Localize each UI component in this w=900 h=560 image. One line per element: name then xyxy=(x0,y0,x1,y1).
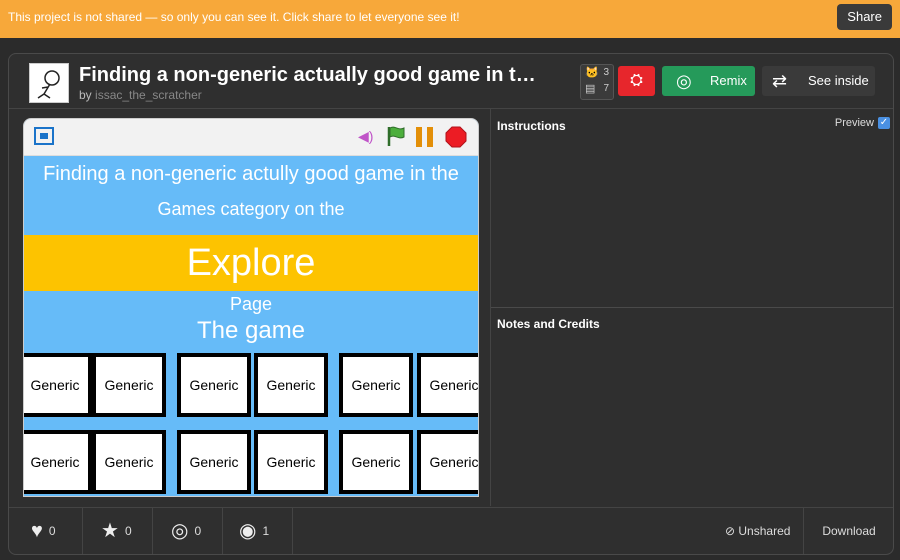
project-title: Finding a non-generic actually good game… xyxy=(79,64,536,86)
author-link[interactable]: issac_the_scratcher xyxy=(95,88,202,102)
unshared-icon: ⊘ xyxy=(725,524,739,538)
sprite-count-icon: 🐱 xyxy=(585,67,599,79)
game-tile: Generic xyxy=(92,430,166,494)
see-inside-icon: ⇄ xyxy=(772,71,788,91)
project-stage[interactable]: ◀) Finding a non-generic actully good ga… xyxy=(23,118,479,497)
stage-controls: ◀) xyxy=(24,119,478,156)
share-button[interactable]: Share xyxy=(837,4,892,30)
favorite-count: 0 xyxy=(124,524,132,538)
stage-line-2: Games category on the xyxy=(157,199,345,219)
not-shared-banner: This project is not shared — so only you… xyxy=(0,0,900,38)
remix-button[interactable]: ◎ Remix xyxy=(662,66,755,96)
game-tile: Generic xyxy=(24,430,92,494)
game-tile: Generic xyxy=(177,430,251,494)
game-tile: Generic xyxy=(339,430,413,494)
instructions-title: Instructions xyxy=(497,119,566,133)
view-count: 1 xyxy=(262,524,270,538)
game-tile: Generic xyxy=(92,353,166,417)
remix-count-icon: ◎ xyxy=(171,520,189,543)
studio-icon: ⛭ xyxy=(630,72,643,89)
fullscreen-icon[interactable] xyxy=(34,127,54,145)
eye-icon: ◉ xyxy=(239,520,257,543)
stage-game-text: The game xyxy=(196,317,306,344)
stage-column: ◀) Finding a non-generic actully good ga… xyxy=(9,109,489,506)
stop-icon[interactable] xyxy=(445,126,467,148)
game-tile: Generic xyxy=(339,353,413,417)
script-count-icon: ▤ xyxy=(585,83,596,95)
stage-line-1: Finding a non-generic actully good game … xyxy=(43,163,459,185)
preview-toggle[interactable]: Preview ✓ xyxy=(834,117,890,130)
star-icon: ★ xyxy=(101,520,119,543)
project-details: Instructions Preview ✓ Notes and Credits xyxy=(490,109,893,506)
game-tile: Generic xyxy=(417,430,478,494)
see-inside-button[interactable]: ⇄ See inside xyxy=(762,66,875,96)
project-panel: Finding a non-generic actually good game… xyxy=(8,53,894,555)
heart-icon: ♥ xyxy=(31,520,43,543)
project-footer: ♥ 0 ★ 0 ◎ 0 ◉ 1 ⊘ Unshared Download xyxy=(9,507,893,554)
remix-stat: ◎ 0 xyxy=(153,508,223,554)
notes-title: Notes and Credits xyxy=(497,317,600,331)
by-label: by xyxy=(79,88,92,102)
section-divider xyxy=(491,307,893,308)
game-tile: Generic xyxy=(254,353,328,417)
studio-add-button[interactable]: ⛭ xyxy=(618,66,655,96)
pause-icon[interactable] xyxy=(415,127,435,147)
sprite-count: 3 xyxy=(603,67,609,78)
game-tile: Generic xyxy=(254,430,328,494)
stage-page-text: Page xyxy=(229,294,273,314)
see-inside-label: See inside xyxy=(808,73,869,88)
project-header: Finding a non-generic actually good game… xyxy=(9,54,893,109)
love-stat[interactable]: ♥ 0 xyxy=(9,508,83,554)
view-stat: ◉ 1 xyxy=(223,508,293,554)
unshared-status: ⊘ Unshared xyxy=(725,508,791,554)
byline: by issac_the_scratcher xyxy=(79,88,202,102)
remix-label: Remix xyxy=(710,73,747,88)
game-tile: Generic xyxy=(24,353,92,417)
sound-icon[interactable]: ◀) xyxy=(358,128,373,145)
download-button[interactable]: Download xyxy=(803,508,893,554)
script-count: 7 xyxy=(603,83,609,94)
unshared-label: Unshared xyxy=(738,524,791,538)
favorite-stat[interactable]: ★ 0 xyxy=(83,508,153,554)
remix-icon: ◎ xyxy=(676,71,692,91)
preview-label: Preview xyxy=(834,117,874,129)
green-flag-icon[interactable] xyxy=(386,125,406,147)
banner-message: This project is not shared — so only you… xyxy=(8,10,460,24)
author-avatar[interactable] xyxy=(29,63,69,103)
stage-explore-banner: Explore xyxy=(24,235,478,291)
game-tile: Generic xyxy=(177,353,251,417)
preview-checkbox[interactable]: ✓ xyxy=(878,117,890,130)
project-counts: 🐱 3 ▤ 7 xyxy=(580,64,614,100)
love-count: 0 xyxy=(48,524,56,538)
remix-count: 0 xyxy=(194,524,202,538)
game-tile: Generic xyxy=(417,353,478,417)
